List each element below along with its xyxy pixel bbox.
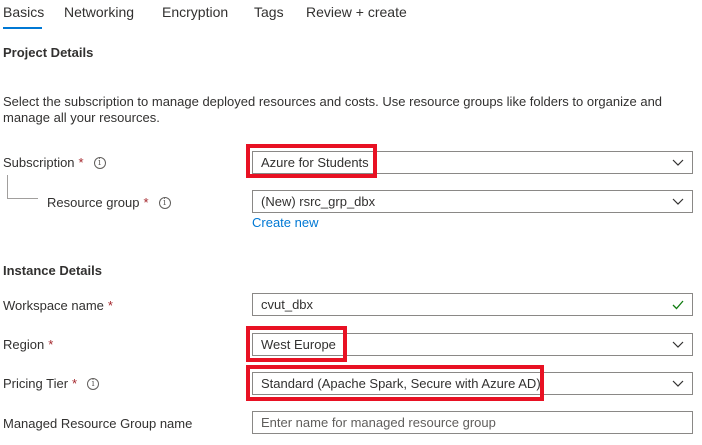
- workspace-name-value: cvut_dbx: [261, 297, 314, 312]
- chevron-down-icon: [672, 198, 684, 205]
- required-asterisk: *: [72, 376, 78, 391]
- resource-group-value: (New) rsrc_grp_dbx: [261, 194, 376, 209]
- resource-group-label-text: Resource group: [47, 195, 140, 210]
- region-highlight-box: [246, 326, 347, 362]
- active-tab-indicator: [3, 27, 42, 29]
- managed-rg-label: Managed Resource Group name: [3, 416, 192, 431]
- info-icon[interactable]: i: [158, 196, 171, 209]
- region-label-text: Region: [3, 337, 45, 352]
- tab-review-create[interactable]: Review + create: [306, 4, 407, 20]
- region-label: Region *: [3, 337, 53, 352]
- subscription-highlight-box: [246, 144, 377, 178]
- required-asterisk: *: [78, 155, 84, 170]
- required-asterisk: *: [143, 195, 149, 210]
- pricing-tier-label-text: Pricing Tier: [3, 376, 69, 391]
- managed-rg-input[interactable]: Enter name for managed resource group: [252, 411, 693, 434]
- required-asterisk: *: [107, 298, 113, 313]
- required-asterisk: *: [48, 337, 54, 352]
- managed-rg-placeholder: Enter name for managed resource group: [261, 415, 496, 430]
- chevron-down-icon: [672, 159, 684, 166]
- chevron-down-icon: [672, 341, 684, 348]
- tree-connector-vertical: [7, 175, 8, 198]
- project-details-heading: Project Details: [3, 45, 94, 60]
- tab-basics[interactable]: Basics: [3, 4, 44, 20]
- pricing-tier-label: Pricing Tier * i: [3, 376, 100, 391]
- workspace-name-label: Workspace name *: [3, 298, 113, 313]
- workspace-name-input[interactable]: cvut_dbx: [252, 293, 693, 316]
- subscription-label-text: Subscription: [3, 155, 75, 170]
- project-details-description: Select the subscription to manage deploy…: [3, 94, 663, 125]
- instance-details-heading: Instance Details: [3, 263, 102, 278]
- tree-connector-horizontal: [7, 198, 38, 199]
- checkmark-icon: [672, 300, 684, 310]
- subscription-label: Subscription * i: [3, 155, 106, 170]
- chevron-down-icon: [672, 380, 684, 387]
- tab-encryption[interactable]: Encryption: [162, 4, 228, 20]
- resource-group-label: Resource group * i: [47, 195, 171, 210]
- info-icon[interactable]: i: [93, 156, 106, 169]
- create-new-link[interactable]: Create new: [252, 215, 318, 230]
- resource-group-dropdown[interactable]: (New) rsrc_grp_dbx: [252, 190, 693, 213]
- info-icon[interactable]: i: [87, 377, 100, 390]
- workspace-name-label-text: Workspace name: [3, 298, 104, 313]
- pricing-tier-highlight-box: [246, 365, 544, 401]
- managed-rg-label-text: Managed Resource Group name: [3, 416, 193, 431]
- tab-tags[interactable]: Tags: [254, 4, 284, 20]
- tab-networking[interactable]: Networking: [64, 4, 134, 20]
